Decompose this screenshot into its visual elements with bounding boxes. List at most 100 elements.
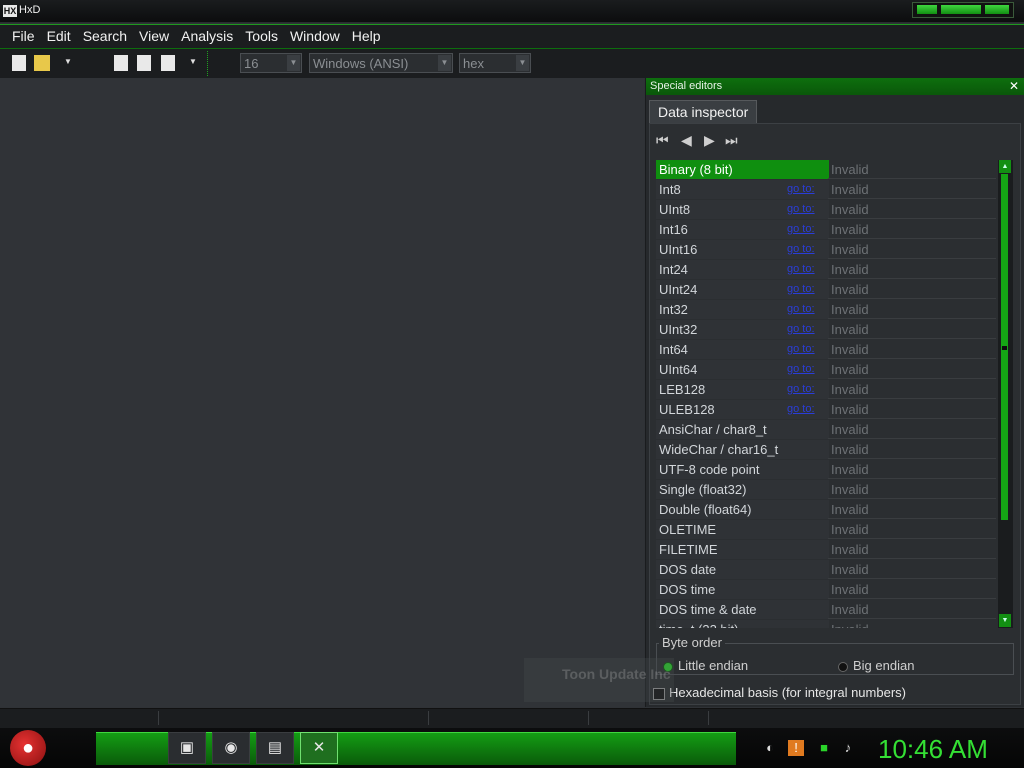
row-value[interactable]: Invalid bbox=[828, 520, 996, 539]
close-icon[interactable]: ✕ bbox=[1009, 78, 1019, 95]
table-row[interactable]: FILETIME Invalid bbox=[656, 540, 997, 560]
table-row[interactable]: ULEB128 go to: Invalid bbox=[656, 400, 997, 420]
go-to-link[interactable]: go to: bbox=[787, 280, 815, 299]
previous-icon[interactable]: ◀ bbox=[681, 132, 692, 149]
folder-icon[interactable]: ▣ bbox=[168, 732, 206, 764]
table-row[interactable]: LEB128 go to: Invalid bbox=[656, 380, 997, 400]
first-icon[interactable]: ⏮ bbox=[656, 132, 669, 149]
go-to-link[interactable]: go to: bbox=[787, 260, 815, 279]
last-icon[interactable]: ⏭ bbox=[725, 132, 738, 149]
table-row[interactable]: UInt16 go to: Invalid bbox=[656, 240, 997, 260]
row-value[interactable]: Invalid bbox=[828, 320, 996, 339]
table-row[interactable]: UInt8 go to: Invalid bbox=[656, 200, 997, 220]
charset-select[interactable]: Windows (ANSI) ▼ bbox=[309, 53, 453, 73]
row-value[interactable]: Invalid bbox=[828, 440, 996, 459]
offset-base-select[interactable]: hex ▼ bbox=[459, 53, 531, 73]
table-row[interactable]: Double (float64) Invalid bbox=[656, 500, 997, 520]
menu-tools[interactable]: Tools bbox=[239, 25, 284, 44]
table-row[interactable]: Int8 go to: Invalid bbox=[656, 180, 997, 200]
menu-edit[interactable]: Edit bbox=[41, 25, 77, 44]
table-row[interactable]: UInt24 go to: Invalid bbox=[656, 280, 997, 300]
table-row[interactable]: DOS time & date Invalid bbox=[656, 600, 997, 620]
row-value[interactable]: Invalid bbox=[828, 380, 996, 399]
table-row[interactable]: Int32 go to: Invalid bbox=[656, 300, 997, 320]
editor-client-area[interactable] bbox=[0, 78, 644, 707]
maximize-button[interactable] bbox=[941, 5, 981, 14]
toolbar-dropdown-arrow-icon[interactable]: ▼ bbox=[189, 57, 197, 66]
hex-basis-checkbox[interactable]: Hexadecimal basis (for integral numbers) bbox=[653, 685, 906, 700]
table-row[interactable]: Int24 go to: Invalid bbox=[656, 260, 997, 280]
table-row[interactable]: DOS time Invalid bbox=[656, 580, 997, 600]
little-endian-radio[interactable]: Little endian bbox=[663, 658, 748, 673]
go-to-link[interactable]: go to: bbox=[787, 380, 815, 399]
scroll-up-icon[interactable]: ▲ bbox=[999, 160, 1011, 173]
table-row[interactable]: WideChar / char16_t Invalid bbox=[656, 440, 997, 460]
close-window-button[interactable] bbox=[985, 5, 1009, 14]
menu-help[interactable]: Help bbox=[346, 25, 387, 44]
chrome-icon[interactable]: ◉ bbox=[212, 732, 250, 764]
explorer-icon[interactable]: ▤ bbox=[256, 732, 294, 764]
row-value[interactable]: Invalid bbox=[828, 500, 996, 519]
row-value[interactable]: Invalid bbox=[828, 420, 996, 439]
menu-search[interactable]: Search bbox=[77, 25, 133, 44]
table-row[interactable]: UTF-8 code point Invalid bbox=[656, 460, 997, 480]
row-value[interactable]: Invalid bbox=[828, 620, 996, 628]
table-row[interactable]: time_t (32 bit)Invalid bbox=[656, 620, 997, 628]
row-value[interactable]: Invalid bbox=[828, 360, 996, 379]
row-value[interactable]: Invalid bbox=[828, 340, 996, 359]
go-to-link[interactable]: go to: bbox=[787, 320, 815, 339]
go-to-link[interactable]: go to: bbox=[787, 180, 815, 199]
save-icon[interactable] bbox=[114, 55, 128, 71]
row-value[interactable]: Invalid bbox=[828, 400, 996, 419]
table-row[interactable]: Single (float32) Invalid bbox=[656, 480, 997, 500]
bytes-per-row-select[interactable]: 16 ▼ bbox=[240, 53, 302, 73]
go-to-link[interactable]: go to: bbox=[787, 200, 815, 219]
volume-icon[interactable]: ♪ bbox=[840, 740, 856, 756]
row-value[interactable]: Invalid bbox=[828, 600, 996, 619]
open-dropdown-arrow-icon[interactable]: ▼ bbox=[64, 57, 72, 66]
go-to-link[interactable]: go to: bbox=[787, 240, 815, 259]
row-value[interactable]: Invalid bbox=[828, 200, 996, 219]
table-row[interactable]: Int64 go to: Invalid bbox=[656, 340, 997, 360]
go-to-link[interactable]: go to: bbox=[787, 360, 815, 379]
row-value[interactable]: Invalid bbox=[828, 220, 996, 239]
row-value[interactable]: Invalid bbox=[828, 560, 996, 579]
go-to-link[interactable]: go to: bbox=[787, 340, 815, 359]
hxd-icon[interactable]: ✕ bbox=[300, 732, 338, 764]
table-row[interactable]: DOS date Invalid bbox=[656, 560, 997, 580]
tray-app-icon[interactable]: ◐ bbox=[762, 740, 778, 756]
row-value[interactable]: Invalid bbox=[828, 240, 996, 259]
go-to-link[interactable]: go to: bbox=[787, 300, 815, 319]
update-icon[interactable]: ! bbox=[788, 740, 804, 756]
row-value[interactable]: Invalid bbox=[828, 280, 996, 299]
table-row[interactable]: OLETIME Invalid bbox=[656, 520, 997, 540]
table-row[interactable]: AnsiChar / char8_t Invalid bbox=[656, 420, 997, 440]
menu-analysis[interactable]: Analysis bbox=[175, 25, 239, 44]
table-row[interactable]: UInt32 go to: Invalid bbox=[656, 320, 997, 340]
table-row[interactable]: UInt64 go to: Invalid bbox=[656, 360, 997, 380]
big-endian-radio[interactable]: Big endian bbox=[838, 658, 914, 673]
start-button[interactable]: ● bbox=[10, 730, 46, 766]
row-value[interactable]: Invalid bbox=[828, 480, 996, 499]
menu-window[interactable]: Window bbox=[284, 25, 346, 44]
scroll-thumb[interactable] bbox=[1002, 346, 1007, 350]
row-value[interactable]: Invalid bbox=[828, 580, 996, 599]
row-value[interactable]: Invalid bbox=[828, 160, 996, 179]
clock[interactable]: 10:46 AM bbox=[878, 733, 988, 765]
minimize-button[interactable] bbox=[917, 5, 937, 14]
next-icon[interactable]: ▶ bbox=[704, 132, 715, 149]
tab-data-inspector[interactable]: Data inspector bbox=[649, 100, 758, 123]
properties-icon[interactable] bbox=[161, 55, 175, 71]
menu-view[interactable]: View bbox=[133, 25, 175, 44]
table-row[interactable]: Int16 go to: Invalid bbox=[656, 220, 997, 240]
network-icon[interactable]: ■ bbox=[816, 740, 832, 756]
vertical-scrollbar[interactable]: ▲ ▼ bbox=[998, 160, 1013, 628]
row-value[interactable]: Invalid bbox=[828, 180, 996, 199]
row-value[interactable]: Invalid bbox=[828, 260, 996, 279]
go-to-link[interactable]: go to: bbox=[787, 220, 815, 239]
menu-file[interactable]: File bbox=[0, 25, 41, 44]
open-folder-icon[interactable] bbox=[34, 55, 50, 71]
scroll-down-icon[interactable]: ▼ bbox=[999, 614, 1011, 627]
row-value[interactable]: Invalid bbox=[828, 300, 996, 319]
new-file-icon[interactable] bbox=[12, 55, 26, 71]
